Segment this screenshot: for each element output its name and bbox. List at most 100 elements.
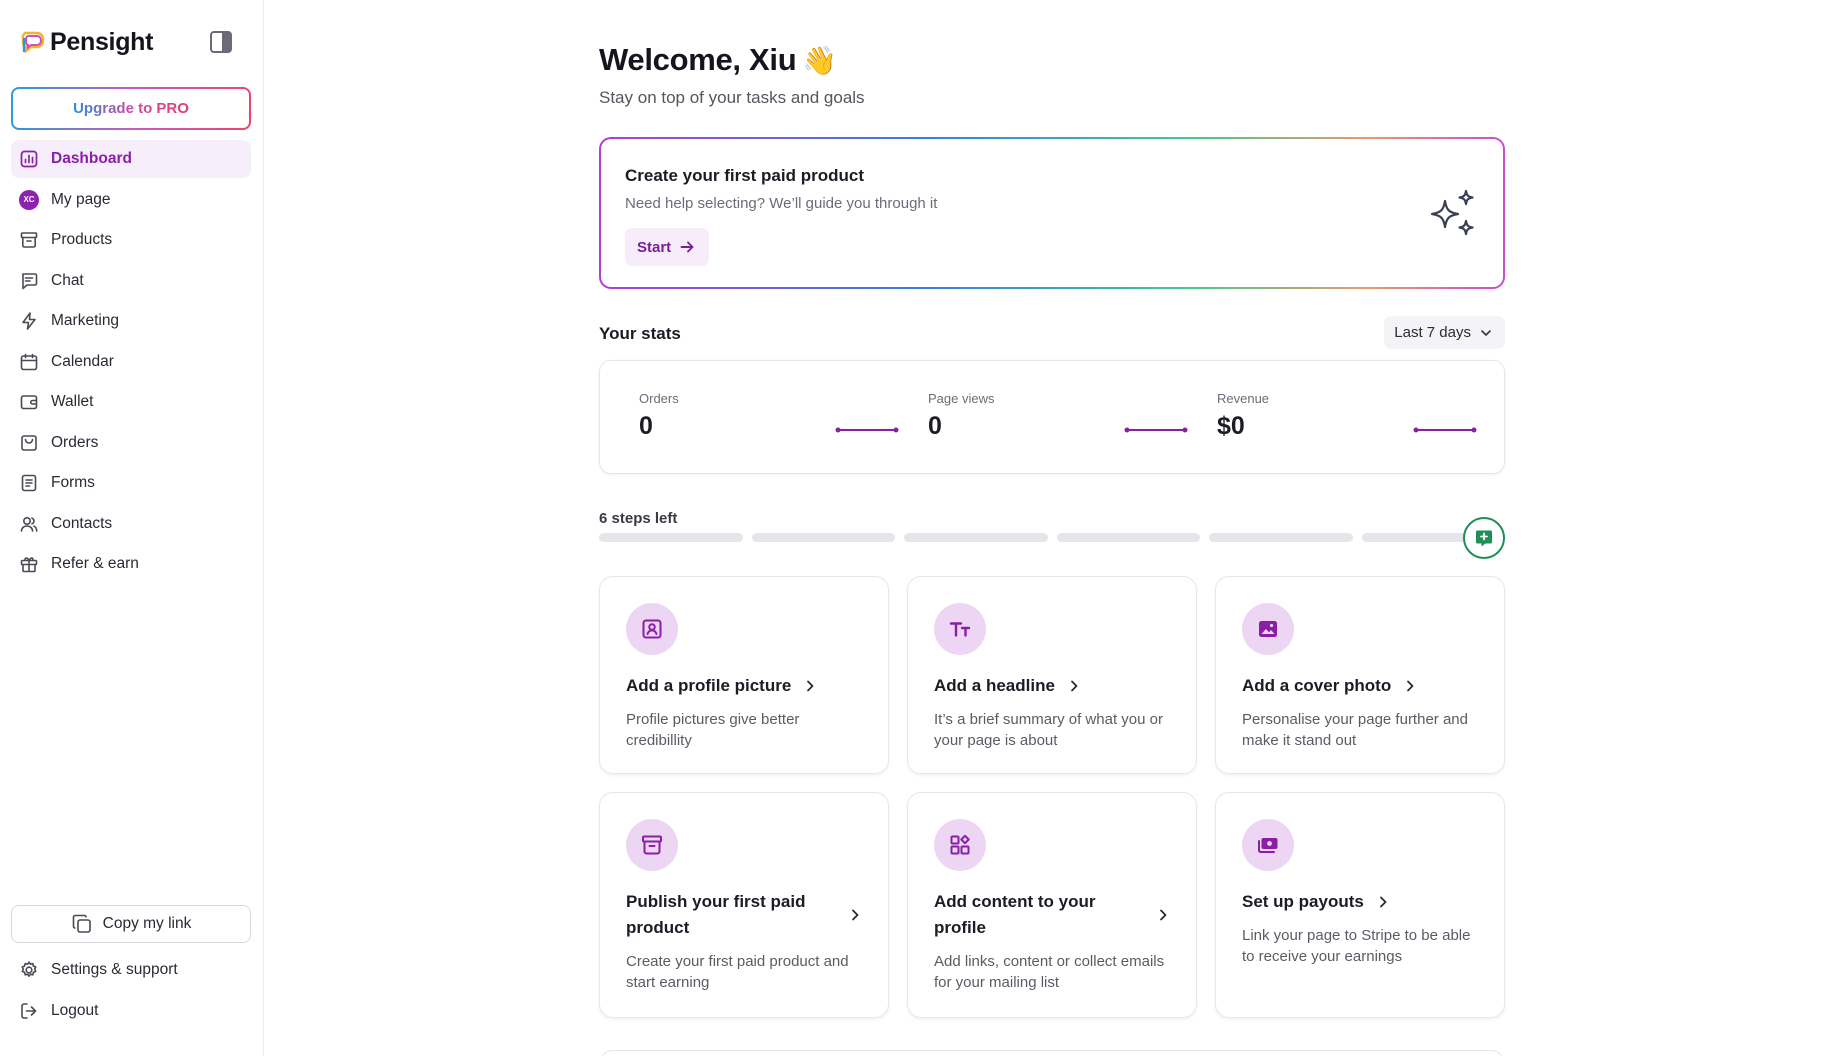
sidebar-item-contacts[interactable]: Contacts xyxy=(11,505,251,543)
chevron-right-icon xyxy=(1379,896,1387,908)
chevron-right-icon xyxy=(1071,680,1078,692)
gift-icon xyxy=(19,554,39,574)
chevron-right-icon xyxy=(1160,909,1167,921)
card-publish-paid-product[interactable]: Publish your first paid product Create y… xyxy=(599,792,889,1018)
date-range-select[interactable]: Last 7 days xyxy=(1384,316,1505,349)
card-title: Publish your first paid product xyxy=(626,892,806,937)
card-title: Add a headline xyxy=(934,676,1055,695)
sidebar-item-label: Contacts xyxy=(51,514,113,532)
sidebar-item-label: Wallet xyxy=(51,393,94,410)
card-add-headline[interactable]: Add a headline It’s a brief summary of w… xyxy=(907,576,1197,774)
collapse-sidebar-icon[interactable] xyxy=(210,31,232,53)
stat-label: Page views xyxy=(928,391,995,406)
sidebar-item-calendar[interactable]: Calendar xyxy=(11,343,251,381)
page-title: Welcome, Xiu xyxy=(599,42,797,77)
sidebar-bottom-nav: Settings & support Logout xyxy=(11,951,251,1032)
sidebar-item-label: Logout xyxy=(51,1001,99,1019)
page-subtitle: Stay on top of your tasks and goals xyxy=(599,88,865,107)
progress-segment xyxy=(1209,533,1353,542)
copy-my-link-button[interactable]: Copy my link xyxy=(11,905,251,943)
chart-bars-icon xyxy=(19,149,39,169)
stat-orders: Orders 0 xyxy=(639,391,899,451)
sidebar-item-label: Refer & earn xyxy=(51,555,139,572)
brand-name: Pensight xyxy=(50,27,154,56)
sparkles-icon xyxy=(1430,189,1474,236)
card-title: Set up payouts xyxy=(1242,892,1364,911)
upgrade-label: Upgrade to PRO xyxy=(73,100,189,117)
chevron-right-icon xyxy=(1407,680,1414,692)
welcome-heading: Welcome, Xiu 👋 xyxy=(599,42,837,78)
archive-box-icon xyxy=(19,230,39,250)
help-chat-button[interactable] xyxy=(1463,517,1505,559)
stat-page-views: Page views 0 xyxy=(928,391,1188,451)
sidebar-item-dashboard[interactable]: Dashboard xyxy=(11,140,251,178)
sidebar-item-marketing[interactable]: Marketing xyxy=(11,302,251,340)
payout-icon xyxy=(1242,819,1294,871)
stats-title: Your stats xyxy=(599,324,681,343)
stat-label: Orders xyxy=(639,391,679,406)
card-description: Profile pictures give better credibillit… xyxy=(626,711,800,749)
card-description: Create your first paid product and start… xyxy=(626,953,849,991)
sidebar-item-label: My page xyxy=(51,190,111,208)
sidebar-item-logout[interactable]: Logout xyxy=(11,992,251,1030)
card-title: Add a profile picture xyxy=(626,676,792,695)
lightning-icon xyxy=(19,311,39,331)
stat-label: Revenue xyxy=(1217,391,1270,406)
bag-icon xyxy=(19,433,39,453)
arrow-right-icon xyxy=(680,241,694,253)
card-title-row: Publish your first paid product xyxy=(626,889,862,941)
sidebar-item-label: Forms xyxy=(51,474,95,491)
profile-picture-icon xyxy=(626,603,678,655)
sidebar-item-settings-support[interactable]: Settings & support xyxy=(11,951,251,989)
sidebar: Pensight Upgrade to PRO Dashboard XC My … xyxy=(0,0,264,1056)
card-add-profile-picture[interactable]: Add a profile picture Profile pictures g… xyxy=(599,576,889,774)
widgets-icon xyxy=(934,819,986,871)
start-button[interactable]: Start xyxy=(625,228,710,266)
sidebar-item-chat[interactable]: Chat xyxy=(11,262,251,300)
sidebar-item-label: Products xyxy=(51,231,113,248)
card-description: Personalise your page further and make i… xyxy=(1242,711,1468,749)
card-add-cover-photo[interactable]: Add a cover photo Personalise your page … xyxy=(1215,576,1505,774)
card-set-up-payouts[interactable]: Set up payouts Link your page to Stripe … xyxy=(1215,792,1505,1018)
date-range-value: Last 7 days xyxy=(1394,324,1471,341)
avatar: XC xyxy=(19,189,39,210)
help-chat-icon xyxy=(1476,530,1492,547)
card-title: Add a cover photo xyxy=(1242,676,1392,695)
sidebar-item-forms[interactable]: Forms xyxy=(11,464,251,502)
sidebar-item-wallet[interactable]: Wallet xyxy=(11,383,251,421)
chat-bubble-icon xyxy=(19,271,39,291)
copy-link-label: Copy my link xyxy=(102,915,192,932)
stat-revenue: Revenue $0 xyxy=(1217,391,1477,451)
revenue-sparkline xyxy=(1413,427,1477,433)
page-views-sparkline xyxy=(1124,427,1188,433)
sidebar-nav: Dashboard XC My page Products Chat Marke… xyxy=(11,140,251,586)
image-icon xyxy=(1242,603,1294,655)
steps-progress-bar xyxy=(599,533,1505,542)
gear-icon xyxy=(19,960,39,980)
next-section-card xyxy=(599,1050,1505,1056)
start-label: Start xyxy=(637,238,672,256)
card-title: Add content to your profile xyxy=(934,892,1096,937)
progress-segment xyxy=(1056,533,1200,542)
card-title-row: Add a headline xyxy=(934,673,1170,699)
card-add-content[interactable]: Add content to your profile Add links, c… xyxy=(907,792,1197,1018)
upgrade-to-pro-button[interactable]: Upgrade to PRO xyxy=(11,87,251,130)
steps-left-label: 6 steps left xyxy=(599,510,678,527)
sidebar-item-label: Settings & support xyxy=(51,961,178,978)
calendar-icon xyxy=(19,352,39,372)
chevron-right-icon xyxy=(807,680,814,692)
chevron-down-icon xyxy=(1481,329,1491,336)
copy-icon xyxy=(72,914,91,933)
sidebar-item-products[interactable]: Products xyxy=(11,221,251,259)
sidebar-item-refer-earn[interactable]: Refer & earn xyxy=(11,545,251,583)
brand[interactable]: Pensight xyxy=(20,26,153,58)
sidebar-item-my-page[interactable]: XC My page xyxy=(11,181,251,219)
card-description: It’s a brief summary of what you or your… xyxy=(934,711,1163,749)
chevron-right-icon xyxy=(852,909,859,921)
card-title-row: Add a profile picture xyxy=(626,673,862,699)
wallet-icon xyxy=(19,392,39,412)
waving-hand-icon: 👋 xyxy=(802,44,838,76)
sidebar-item-orders[interactable]: Orders xyxy=(11,424,251,462)
orders-sparkline xyxy=(835,427,899,433)
users-icon xyxy=(19,514,39,534)
